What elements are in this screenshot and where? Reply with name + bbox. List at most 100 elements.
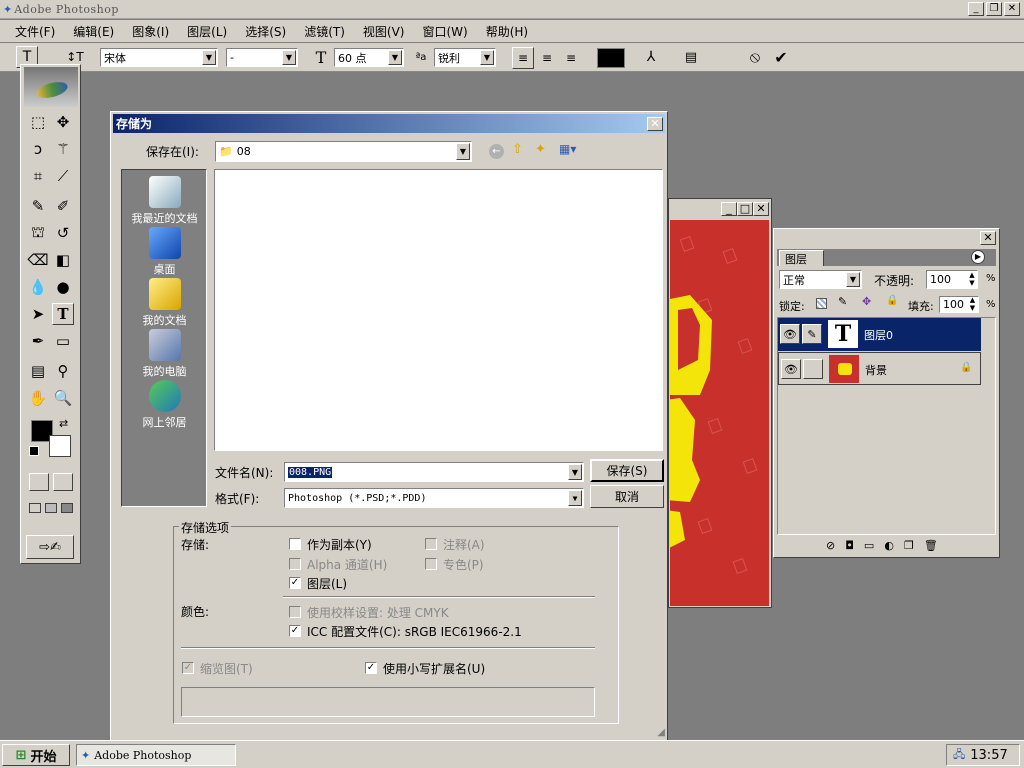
doc-minimize-button[interactable]: _ (721, 202, 737, 216)
file-list[interactable] (214, 169, 663, 451)
layers-checkbox[interactable]: ✓ (289, 577, 301, 589)
jump-to-imageready-icon[interactable]: ⇨✍ (26, 535, 74, 559)
place-my-documents[interactable]: 我的文档 (122, 278, 207, 328)
gradient-tool-icon[interactable]: ◧ (52, 249, 74, 271)
layer-row[interactable]: 👁 背景 🔒 (778, 352, 981, 385)
save-button[interactable]: 保存(S) (590, 459, 664, 482)
minimize-button[interactable]: _ (968, 2, 984, 16)
zoom-tool-icon[interactable]: 🔍 (52, 387, 74, 409)
close-app-button[interactable]: ✕ (1004, 2, 1020, 16)
document-canvas[interactable] (670, 220, 769, 606)
resize-grip-icon[interactable]: ◢ (657, 727, 665, 738)
visibility-eye-icon[interactable]: 👁 (780, 324, 800, 344)
align-left-icon[interactable]: ≡ (512, 47, 534, 69)
palettes-icon[interactable]: ▤ (680, 46, 702, 68)
notes-tool-icon[interactable]: ▤ (27, 360, 49, 382)
default-colors-icon[interactable] (29, 446, 39, 456)
menu-edit[interactable]: 编辑(E) (64, 23, 123, 40)
text-color-swatch[interactable] (597, 48, 625, 68)
crop-tool-icon[interactable]: ⌗ (27, 165, 49, 187)
visibility-eye-icon[interactable]: 👁 (781, 359, 801, 379)
dialog-close-button[interactable]: ✕ (647, 116, 663, 131)
background-color-swatch[interactable] (49, 435, 71, 457)
icc-checkbox[interactable]: ✓ (289, 625, 301, 637)
font-style-select[interactable]: - ▼ (226, 48, 298, 67)
history-brush-icon[interactable]: ↺ (52, 222, 74, 244)
brush-link-icon[interactable]: ✎ (802, 324, 822, 344)
save-in-select[interactable]: 📁 08 ▼ (215, 141, 472, 162)
menu-window[interactable]: 窗口(W) (413, 23, 476, 40)
slice-tool-icon[interactable]: ⟋ (52, 165, 74, 187)
place-recent[interactable]: 我最近的文档 (122, 176, 207, 226)
new-layer-icon[interactable]: ❐ (904, 539, 914, 552)
layer-style-icon[interactable]: ⊘ (826, 539, 835, 552)
align-right-icon[interactable]: ≡ (560, 47, 582, 69)
restore-button[interactable]: ❐ (986, 2, 1002, 16)
doc-maximize-button[interactable]: □ (737, 202, 753, 216)
warp-text-icon[interactable]: ⅄ (640, 46, 662, 68)
lowercase-checkbox[interactable]: ✓ (365, 662, 377, 674)
layer-row[interactable]: 👁 ✎ T 图层0 (778, 318, 981, 351)
cancel-icon[interactable]: ⦸ (744, 46, 766, 68)
cancel-button[interactable]: 取消 (590, 485, 664, 508)
layer-mask-icon[interactable]: ◘ (845, 539, 854, 552)
adjustment-layer-icon[interactable]: ◐ (884, 539, 894, 552)
path-select-icon[interactable]: ➤ (27, 303, 49, 325)
screen-mode-full-icon[interactable] (61, 503, 73, 513)
trash-icon[interactable]: 🗑 (924, 539, 938, 552)
menu-layer[interactable]: 图层(L) (178, 23, 236, 40)
place-my-computer[interactable]: 我的电脑 (122, 329, 207, 379)
lock-position-icon[interactable]: ✥ (862, 295, 871, 308)
antialias-select[interactable]: 锐利 ▼ (434, 48, 496, 67)
shape-tool-icon[interactable]: ▭ (52, 330, 74, 352)
view-menu-icon[interactable]: ▦▾ (559, 142, 576, 156)
align-center-icon[interactable]: ≡ (536, 47, 558, 69)
layers-close-button[interactable]: ✕ (980, 231, 996, 245)
link-slot[interactable] (803, 359, 823, 379)
lock-pixels-icon[interactable]: ✎ (838, 295, 847, 308)
fill-stepper[interactable]: ▲ ▼ (967, 296, 978, 313)
marquee-tool-icon[interactable]: ⬚ (27, 111, 49, 133)
quickmask-mode-icon[interactable] (53, 473, 73, 491)
new-set-icon[interactable]: ▭ (864, 539, 874, 552)
menu-image[interactable]: 图象(I) (123, 23, 178, 40)
panel-menu-icon[interactable]: ▶ (971, 250, 985, 264)
place-network[interactable]: 网上邻居 (122, 380, 207, 430)
menu-file[interactable]: 文件(F) (6, 23, 64, 40)
menu-filter[interactable]: 滤镜(T) (295, 23, 354, 40)
photoshop-feather-logo[interactable] (24, 67, 78, 107)
healing-brush-icon[interactable]: ✎ (27, 195, 49, 217)
network-tray-icon[interactable]: 🖧 (953, 746, 965, 765)
tab-layers[interactable]: 图层 (779, 250, 824, 266)
pen-tool-icon[interactable]: ✒ (27, 330, 49, 352)
type-tool-icon[interactable]: T (52, 303, 74, 325)
doc-close-button[interactable]: ✕ (753, 202, 769, 216)
brush-tool-icon[interactable]: ✐ (52, 195, 74, 217)
eyedropper-icon[interactable]: ⚲ (52, 360, 74, 382)
lock-all-icon[interactable]: 🔒 (886, 295, 898, 306)
burn-tool-icon[interactable]: ● (52, 276, 74, 298)
taskbar-task-photoshop[interactable]: ✦ Adobe Photoshop (76, 744, 236, 766)
filename-input[interactable]: 008.PNG ▼ (284, 462, 584, 482)
lasso-tool-icon[interactable]: ↄ (27, 138, 49, 160)
eraser-tool-icon[interactable]: ⌫ (27, 249, 49, 271)
blend-mode-select[interactable]: 正常 ▼ (779, 270, 862, 289)
format-select[interactable]: Photoshop (*.PSD;*.PDD) ▼ (284, 488, 584, 508)
magic-wand-icon[interactable]: ⚚ (52, 138, 74, 160)
menu-help[interactable]: 帮助(H) (477, 23, 537, 40)
place-desktop[interactable]: 桌面 (122, 227, 207, 277)
start-button[interactable]: ⊞ 开始 (2, 744, 70, 766)
commit-check-icon[interactable]: ✔ (770, 46, 792, 68)
move-tool-icon[interactable]: ✥ (52, 111, 74, 133)
font-family-select[interactable]: 宋体 ▼ (100, 48, 218, 67)
opacity-stepper[interactable]: ▲ ▼ (966, 271, 978, 288)
screen-mode-standard-icon[interactable] (29, 503, 41, 513)
blur-tool-icon[interactable]: 💧 (27, 276, 49, 298)
stamp-tool-icon[interactable]: ⛫ (27, 222, 49, 244)
hand-tool-icon[interactable]: ✋ (27, 387, 49, 409)
swap-colors-icon[interactable]: ⇄ (59, 417, 68, 430)
font-size-select[interactable]: 60 点 ▼ (334, 48, 404, 67)
screen-mode-full-menu-icon[interactable] (45, 503, 57, 513)
menu-view[interactable]: 视图(V) (354, 23, 414, 40)
lock-transparency-icon[interactable] (816, 298, 827, 309)
